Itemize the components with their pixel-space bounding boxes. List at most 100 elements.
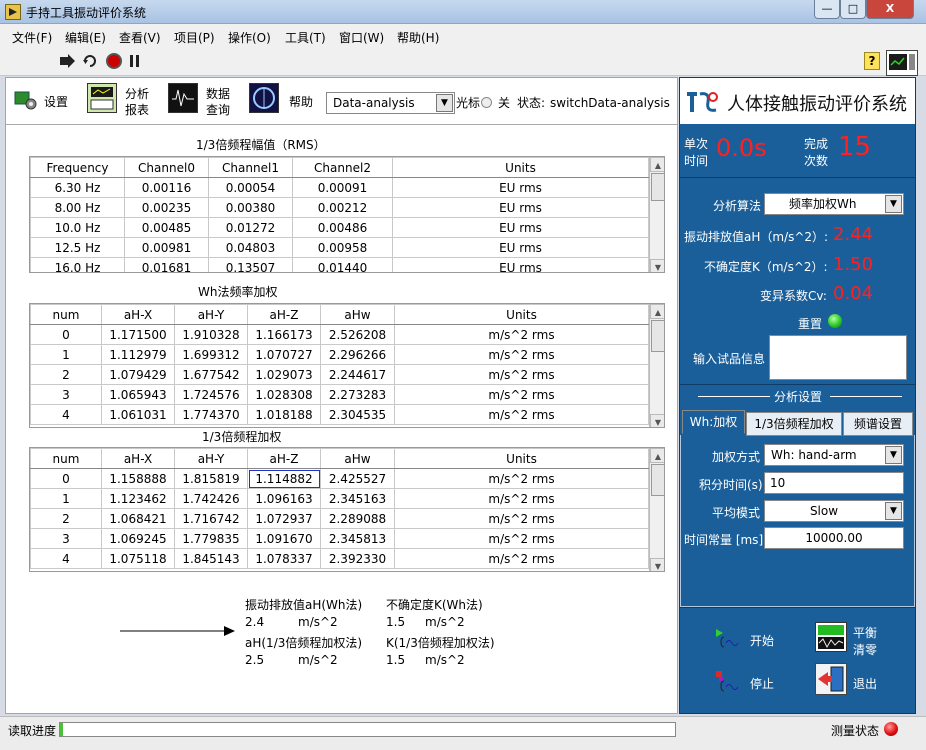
table-row[interactable]: 10.0 Hz 0.00485 0.01272 0.00486 EU rms — [30, 217, 649, 238]
chevron-down-icon[interactable]: ▼ — [885, 502, 902, 520]
table-row[interactable]: 6.30 Hz 0.00116 0.00054 0.00091 EU rms — [30, 177, 649, 198]
table-cell[interactable]: 0.13507 — [208, 257, 293, 272]
table-cell[interactable]: 1.677542 — [174, 364, 248, 385]
table-cell[interactable]: 2.289088 — [320, 508, 395, 529]
help-question-icon[interactable]: ? — [864, 52, 880, 70]
col-header[interactable]: aH-X — [101, 304, 175, 325]
table-row[interactable]: 8.00 Hz 0.00235 0.00380 0.00212 EU rms — [30, 197, 649, 218]
scroll-up-icon[interactable]: ▲ — [650, 157, 664, 172]
table-cell[interactable]: 1.069245 — [101, 528, 175, 549]
balance-zero-icon[interactable] — [815, 622, 847, 652]
pause-icon[interactable] — [129, 54, 141, 68]
table-cell[interactable]: 1.029073 — [247, 364, 321, 385]
scroll-up-icon[interactable]: ▲ — [650, 304, 664, 319]
tab-spectrum[interactable]: 频谱设置 — [843, 412, 913, 436]
table-cell[interactable]: 1.061031 — [101, 404, 175, 425]
scroll-down-icon[interactable]: ▼ — [650, 414, 664, 427]
weight-select[interactable]: Wh: hand-arm ▼ — [764, 444, 904, 466]
col-header[interactable]: aHw — [320, 304, 395, 325]
sample-info-input[interactable] — [769, 335, 907, 380]
table-cell[interactable]: 1.845143 — [174, 548, 248, 569]
menu-file[interactable]: 文件(F) — [12, 29, 52, 46]
table-cell[interactable]: EU rms — [392, 257, 649, 272]
chevron-down-icon[interactable]: ▼ — [436, 94, 453, 112]
table-cell[interactable]: 3 — [30, 384, 102, 405]
col-header[interactable]: aH-Z — [247, 448, 321, 469]
table-cell[interactable]: 1 — [30, 488, 102, 509]
tab-wh[interactable]: Wh:加权 — [682, 410, 745, 434]
table-cell[interactable]: 0.00116 — [124, 177, 209, 198]
table-cell[interactable]: EU rms — [392, 177, 649, 198]
table-cell[interactable]: 1.716742 — [174, 508, 248, 529]
table-cell[interactable]: 2.273283 — [320, 384, 395, 405]
table-row[interactable]: 3 1.069245 1.779835 1.091670 2.345813 m/s^2 r… — [30, 528, 649, 549]
stop-icon[interactable] — [716, 671, 744, 695]
stop-label[interactable]: 停止 — [750, 675, 774, 692]
table-cell[interactable]: 1.079429 — [101, 364, 175, 385]
col-header[interactable]: Frequency — [30, 157, 125, 178]
table-cell[interactable]: 2.345813 — [320, 528, 395, 549]
table-cell[interactable]: EU rms — [392, 217, 649, 238]
table-cell[interactable]: 4 — [30, 404, 102, 425]
col-header[interactable]: aH-Z — [247, 304, 321, 325]
chevron-down-icon[interactable]: ▼ — [885, 446, 902, 464]
menu-edit[interactable]: 编辑(E) — [65, 29, 106, 46]
analysis-report-icon[interactable] — [87, 83, 117, 113]
cursor-radio[interactable] — [481, 97, 492, 108]
table-cell[interactable]: 1.068421 — [101, 508, 175, 529]
col-header[interactable]: aHw — [320, 448, 395, 469]
table-cell[interactable]: 1.028308 — [247, 384, 321, 405]
table-row[interactable]: 0 1.171500 1.910328 1.166173 2.526208 m/s^2 r… — [30, 324, 649, 345]
table-row[interactable]: 2 1.079429 1.677542 1.029073 2.244617 m/s^2 r… — [30, 364, 649, 385]
table-row[interactable]: 16.0 Hz 0.01681 0.13507 0.01440 EU rms — [30, 257, 649, 272]
menu-tools[interactable]: 工具(T) — [285, 29, 326, 46]
table-cell[interactable]: 2.345163 — [320, 488, 395, 509]
table-cell[interactable]: m/s^2 rms — [394, 384, 649, 405]
table-cell[interactable]: 1.699312 — [174, 344, 248, 365]
table-cell[interactable]: 3 — [30, 528, 102, 549]
avg-select[interactable]: Slow ▼ — [764, 500, 904, 522]
table-cell[interactable]: 0.04803 — [208, 237, 293, 258]
table-cell[interactable]: 8.00 Hz — [30, 197, 125, 218]
table-cell[interactable]: EU rms — [392, 237, 649, 258]
table-cell[interactable]: 1.166173 — [247, 324, 321, 345]
integ-input[interactable]: 10 — [764, 472, 904, 494]
table-cell[interactable]: m/s^2 rms — [394, 344, 649, 365]
table-cell[interactable]: 6.30 Hz — [30, 177, 125, 198]
reset-led[interactable] — [828, 314, 842, 328]
col-header[interactable]: Channel2 — [292, 157, 393, 178]
settings-icon[interactable] — [13, 86, 39, 114]
table-cell[interactable]: 1.091670 — [247, 528, 321, 549]
table-cell[interactable]: 1.910328 — [174, 324, 248, 345]
table-cell[interactable]: 2.244617 — [320, 364, 395, 385]
table-cell[interactable]: 0.00380 — [208, 197, 293, 218]
table-cell[interactable]: 1.112979 — [101, 344, 175, 365]
col-header[interactable]: aH-Y — [174, 304, 248, 325]
scroll-thumb[interactable] — [651, 464, 664, 496]
table-cell[interactable]: m/s^2 rms — [394, 548, 649, 569]
tab-octave[interactable]: 1/3倍频程加权 — [746, 412, 842, 436]
table-cell[interactable]: 10.0 Hz — [30, 217, 125, 238]
table-row[interactable]: 3 1.065943 1.724576 1.028308 2.273283 m/s^2 r… — [30, 384, 649, 405]
table-cell[interactable]: m/s^2 rms — [394, 528, 649, 549]
table-cell[interactable]: 1.123462 — [101, 488, 175, 509]
table2-scrollbar[interactable]: ▲ ▼ — [649, 304, 664, 427]
table-cell[interactable]: 2.296266 — [320, 344, 395, 365]
table-cell[interactable]: 1.171500 — [101, 324, 175, 345]
table-cell[interactable]: 2 — [30, 364, 102, 385]
settings-label[interactable]: 设置 — [44, 94, 68, 110]
menu-operate[interactable]: 操作(O) — [228, 29, 271, 46]
table-cell[interactable]: 1.779835 — [174, 528, 248, 549]
scroll-thumb[interactable] — [651, 173, 664, 201]
col-header[interactable]: aH-Y — [174, 448, 248, 469]
table-cell[interactable]: 0.00981 — [124, 237, 209, 258]
scroll-down-icon[interactable]: ▼ — [650, 558, 664, 571]
table-cell[interactable]: 2.392330 — [320, 548, 395, 569]
close-button[interactable]: X — [866, 0, 914, 19]
col-header[interactable]: Units — [394, 448, 649, 469]
table-cell[interactable]: 1.070727 — [247, 344, 321, 365]
table-cell[interactable]: 0.00958 — [292, 237, 393, 258]
start-label[interactable]: 开始 — [750, 632, 774, 649]
col-header[interactable]: Units — [392, 157, 649, 178]
table-cell[interactable]: 2.425527 — [320, 468, 395, 489]
